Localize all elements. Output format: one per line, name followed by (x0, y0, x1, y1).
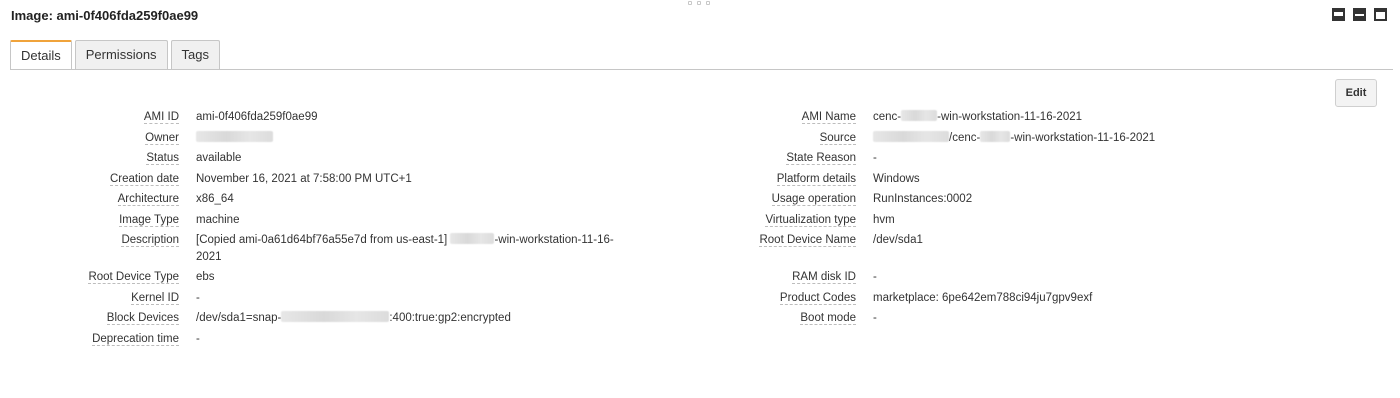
field-value: ebs (196, 271, 215, 283)
field-label: Product Codes (779, 292, 856, 305)
field-label: RAM disk ID (792, 271, 856, 284)
field-value: cenc- -win-workstation-11-16-2021 (873, 109, 1082, 126)
tab-tags[interactable]: Tags (170, 40, 221, 69)
field-label: Status (146, 152, 179, 165)
field-value: /cenc- -win-workstation-11-16-2021 (873, 130, 1155, 147)
tab-permissions[interactable]: Permissions (74, 40, 168, 69)
redacted-value (901, 110, 938, 121)
split-view-icon[interactable] (1353, 8, 1366, 21)
tab-bar: Details Permissions Tags (10, 40, 221, 70)
block-devices-suffix: :400:true:gp2:encrypted (389, 312, 511, 324)
field-value: [Copied ami-0a61d64bf76a55e7d from us-ea… (196, 232, 616, 266)
field-label: Deprecation time (92, 333, 179, 346)
image-details-panel: Image: ami-0f406fda259f0ae99 Details Per… (0, 0, 1400, 398)
redacted-value (873, 131, 949, 142)
field-label: AMI Name (801, 111, 856, 124)
field-label: Source (819, 132, 856, 145)
edit-button[interactable]: Edit (1335, 79, 1377, 107)
field-value: ami-0f406fda259f0ae99 (196, 111, 318, 123)
field-label: Root Device Type (88, 271, 179, 284)
handle-dot (706, 1, 710, 5)
description-prefix: [Copied ami-0a61d64bf76a55e7d from us-ea… (196, 234, 448, 246)
dock-bottom-icon[interactable] (1332, 8, 1345, 21)
field-value: x86_64 (196, 193, 234, 205)
field-value: - (196, 333, 200, 345)
field-value: - (873, 312, 877, 324)
field-value: Windows (873, 173, 920, 185)
field-value: marketplace: 6pe642em788ci94ju7gpv9exf (873, 292, 1093, 304)
source-path: /cenc- (949, 132, 981, 144)
field-label: Virtualization type (765, 214, 856, 227)
field-label: Image Type (119, 214, 179, 227)
field-value (196, 130, 273, 147)
maximize-view-icon[interactable] (1374, 8, 1387, 21)
field-value: available (196, 152, 242, 164)
field-label: Owner (145, 132, 179, 145)
field-label: Architecture (117, 193, 179, 206)
field-value: hvm (873, 214, 895, 226)
resize-handle[interactable] (688, 1, 712, 7)
block-devices-prefix: /dev/sda1=snap- (196, 312, 282, 324)
field-label: Description (121, 234, 179, 247)
field-value: /dev/sda1 (873, 234, 923, 246)
field-value: RunInstances:0002 (873, 193, 973, 205)
ami-name-suffix: -win-workstation-11-16-2021 (937, 111, 1083, 123)
redacted-value (281, 311, 390, 322)
tab-divider (10, 69, 1393, 70)
view-toggle-group (1332, 8, 1387, 21)
tab-details[interactable]: Details (10, 40, 72, 70)
field-label: Kernel ID (131, 292, 179, 305)
field-label: Platform details (776, 173, 856, 186)
panel-title: Image: ami-0f406fda259f0ae99 (11, 8, 199, 23)
field-value: - (873, 152, 877, 164)
redacted-value (450, 233, 495, 244)
field-label: Root Device Name (759, 234, 856, 247)
field-label: Usage operation (771, 193, 856, 206)
field-value: - (196, 292, 200, 304)
handle-dot (697, 1, 701, 5)
field-value: November 16, 2021 at 7:58:00 PM UTC+1 (196, 173, 412, 185)
field-label: Boot mode (800, 312, 856, 325)
field-value: - (873, 271, 877, 283)
field-label: Block Devices (106, 312, 179, 325)
field-label: Creation date (109, 173, 179, 186)
field-value: machine (196, 214, 240, 226)
redacted-value (980, 131, 1011, 142)
redacted-value (196, 131, 273, 142)
source-suffix: -win-workstation-11-16-2021 (1010, 132, 1156, 144)
field-label: State Reason (786, 152, 856, 165)
ami-name-prefix: cenc- (873, 111, 902, 123)
field-value: /dev/sda1=snap- :400:true:gp2:encrypted (196, 310, 511, 327)
handle-dot (688, 1, 692, 5)
field-label: AMI ID (143, 111, 179, 124)
